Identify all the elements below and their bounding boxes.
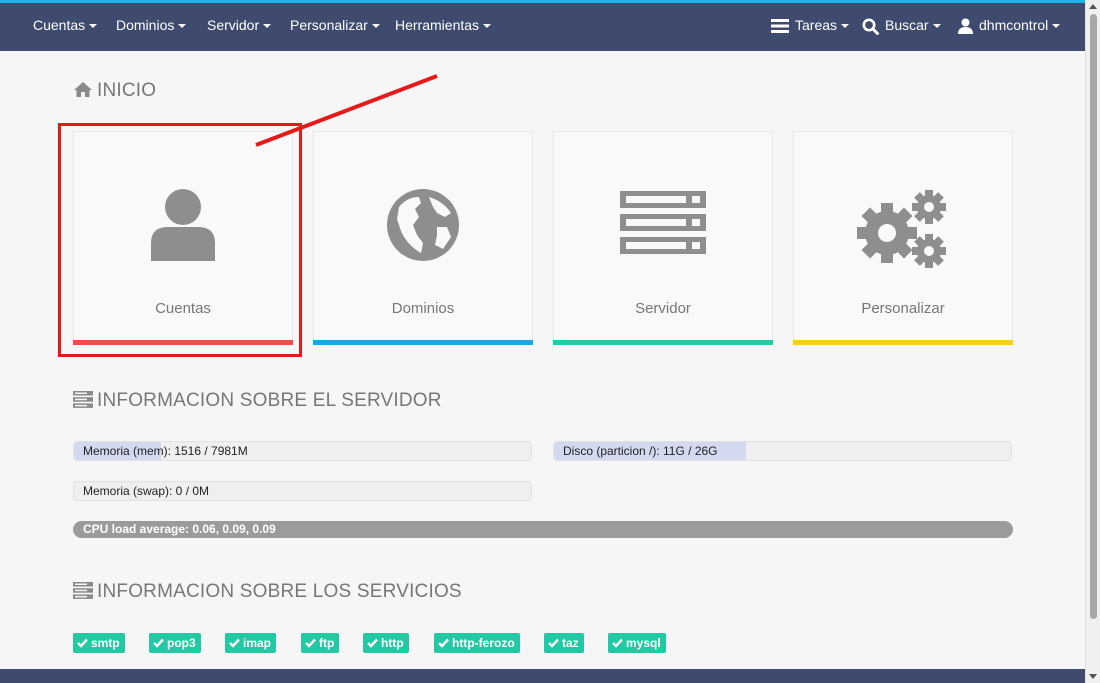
service-badge-label: taz bbox=[562, 636, 579, 650]
scroll-down-arrow-icon[interactable] bbox=[1089, 674, 1097, 679]
service-badge-taz: taz bbox=[544, 633, 584, 653]
server-info-title-text: INFORMACION SOBRE EL SERVIDOR bbox=[97, 390, 442, 411]
service-badge-label: ftp bbox=[319, 636, 335, 650]
check-icon bbox=[153, 638, 164, 648]
scroll-thumb[interactable] bbox=[1090, 14, 1097, 619]
server-info-title: INFORMACION SOBRE EL SERVIDOR bbox=[73, 390, 442, 412]
check-icon bbox=[548, 638, 559, 648]
check-icon bbox=[367, 638, 378, 648]
service-badge-pop3: pop3 bbox=[149, 633, 201, 653]
services-info-title-text: INFORMACION SOBRE LOS SERVICIOS bbox=[97, 581, 462, 602]
service-badge-imap: imap bbox=[225, 633, 277, 653]
services-info-title: INFORMACION SOBRE LOS SERVICIOS bbox=[73, 581, 462, 603]
swap-progress: Memoria (swap): 0 / 0M bbox=[73, 481, 532, 501]
check-icon bbox=[77, 638, 88, 648]
disk-progress-label: Disco (particion /): 11G / 26G bbox=[563, 444, 718, 458]
service-badge-label: pop3 bbox=[167, 636, 196, 650]
cpu-progress-label: CPU load average: 0.06, 0.09, 0.09 bbox=[83, 522, 276, 536]
service-badge-ftp: ftp bbox=[301, 633, 340, 653]
disk-progress: Disco (particion /): 11G / 26G bbox=[553, 441, 1012, 461]
cpu-progress: CPU load average: 0.06, 0.09, 0.09 bbox=[73, 521, 1013, 538]
check-icon bbox=[612, 638, 623, 648]
server-icon bbox=[73, 391, 93, 408]
check-icon bbox=[438, 638, 449, 648]
service-badge-label: smtp bbox=[91, 636, 120, 650]
service-badge-smtp: smtp bbox=[73, 633, 125, 653]
check-icon bbox=[229, 638, 240, 648]
server-icon bbox=[73, 582, 93, 599]
bottom-bar bbox=[0, 669, 1085, 683]
check-icon bbox=[305, 638, 316, 648]
scroll-up-arrow-icon[interactable] bbox=[1089, 4, 1097, 9]
service-badge-label: http bbox=[381, 636, 404, 650]
service-badge-http: http bbox=[363, 633, 409, 653]
page-scrollbar[interactable] bbox=[1085, 0, 1100, 683]
swap-progress-label: Memoria (swap): 0 / 0M bbox=[83, 484, 210, 498]
service-badge-label: imap bbox=[243, 636, 272, 650]
memory-progress: Memoria (mem): 1516 / 7981M bbox=[73, 441, 532, 461]
service-badge-label: http-ferozo bbox=[452, 636, 515, 650]
service-badge-mysql: mysql bbox=[608, 633, 666, 653]
service-badge-label: mysql bbox=[626, 636, 661, 650]
service-badge-http-ferozo: http-ferozo bbox=[434, 633, 520, 653]
memory-progress-label: Memoria (mem): 1516 / 7981M bbox=[83, 444, 248, 458]
